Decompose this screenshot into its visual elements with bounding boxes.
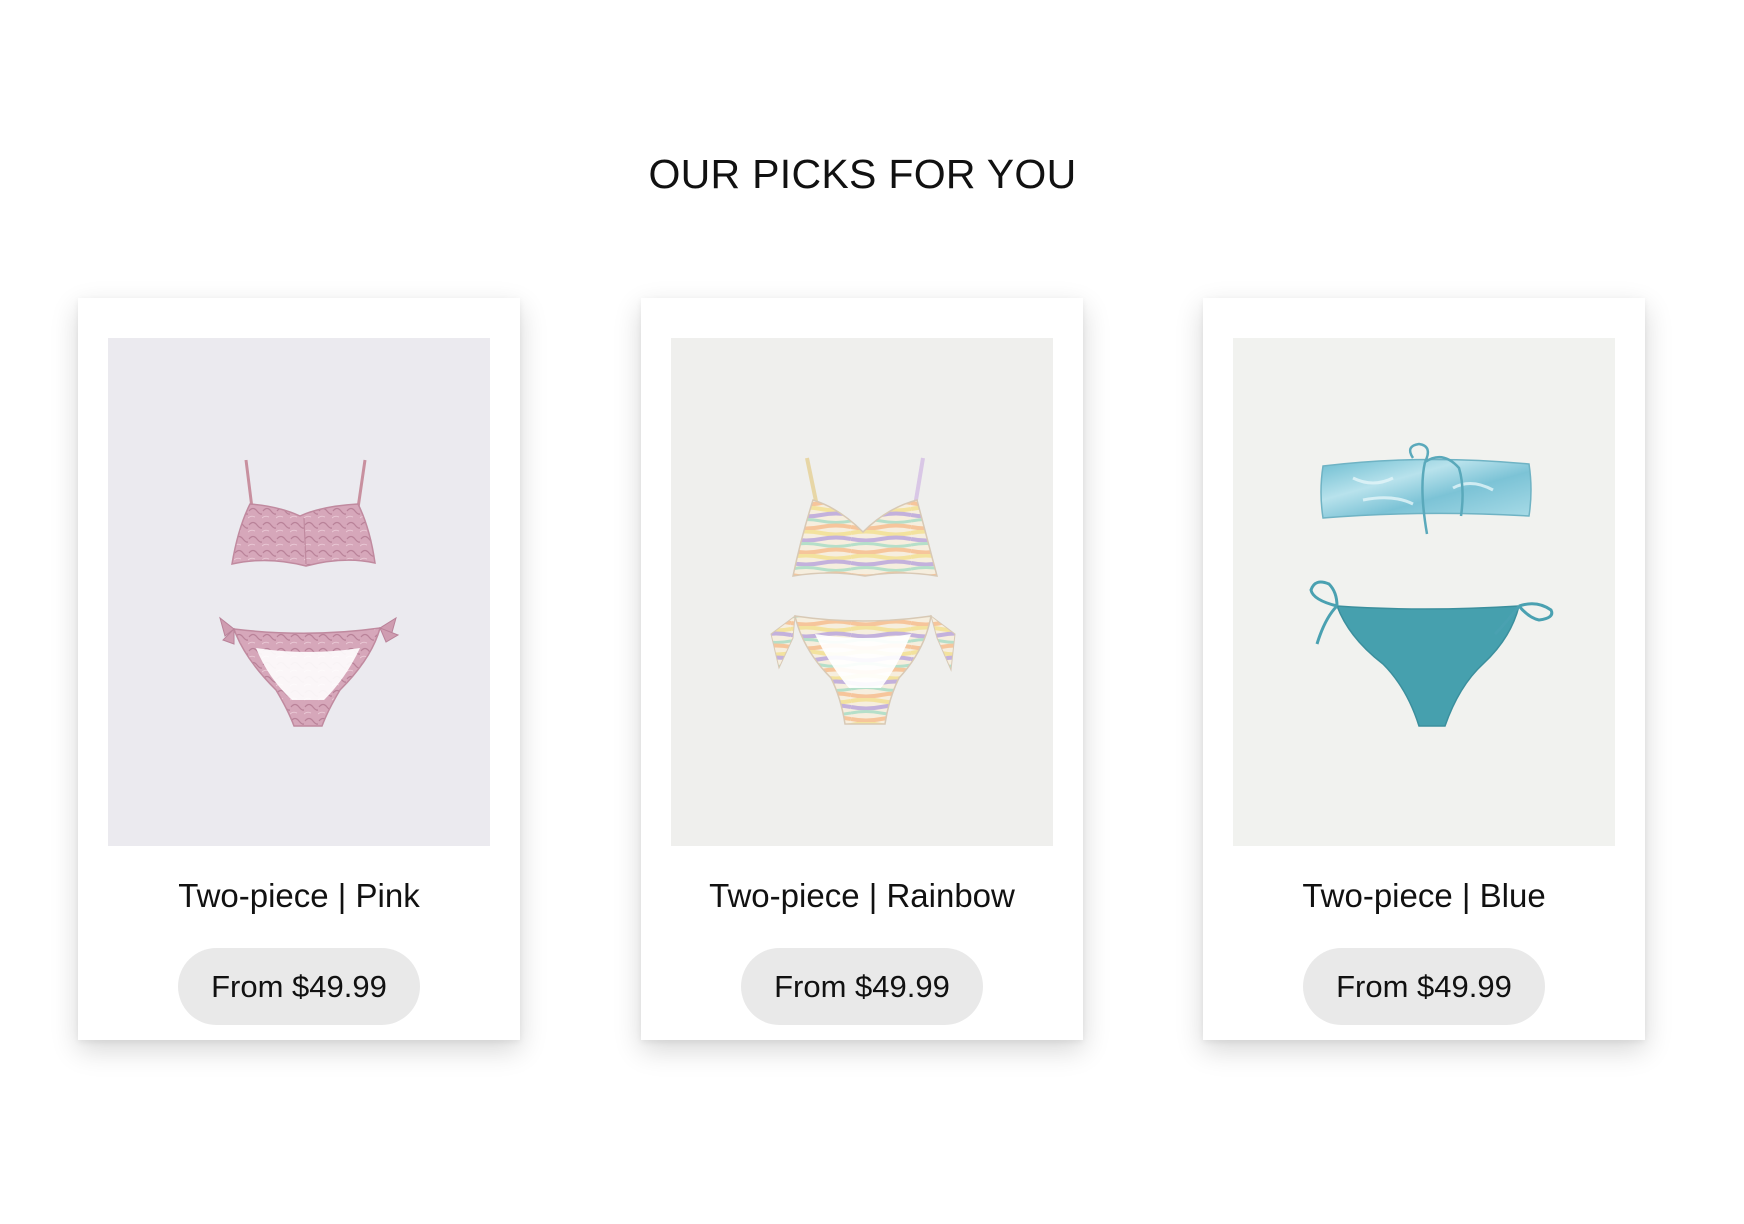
rainbow-bikini-image[interactable] bbox=[671, 338, 1053, 846]
price-button[interactable]: From $49.99 bbox=[178, 948, 420, 1025]
price-button[interactable]: From $49.99 bbox=[741, 948, 983, 1025]
blue-bikini-image[interactable] bbox=[1233, 338, 1615, 846]
pink-bikini-image[interactable] bbox=[108, 338, 490, 846]
product-name[interactable]: Two-piece | Rainbow bbox=[641, 876, 1083, 916]
rainbow-bikini-illustration bbox=[671, 338, 1053, 846]
product-card-blue[interactable]: Two-piece | Blue From $49.99 bbox=[1203, 298, 1645, 1040]
section-title: OUR PICKS FOR YOU bbox=[648, 151, 1077, 197]
pink-bikini-illustration bbox=[108, 338, 490, 846]
product-name[interactable]: Two-piece | Blue bbox=[1203, 876, 1645, 916]
product-card-pink[interactable]: Two-piece | Pink From $49.99 bbox=[78, 298, 520, 1040]
product-card-rainbow[interactable]: Two-piece | Rainbow From $49.99 bbox=[641, 298, 1083, 1040]
product-name[interactable]: Two-piece | Pink bbox=[78, 876, 520, 916]
blue-bikini-illustration bbox=[1233, 338, 1615, 846]
price-button[interactable]: From $49.99 bbox=[1303, 948, 1545, 1025]
